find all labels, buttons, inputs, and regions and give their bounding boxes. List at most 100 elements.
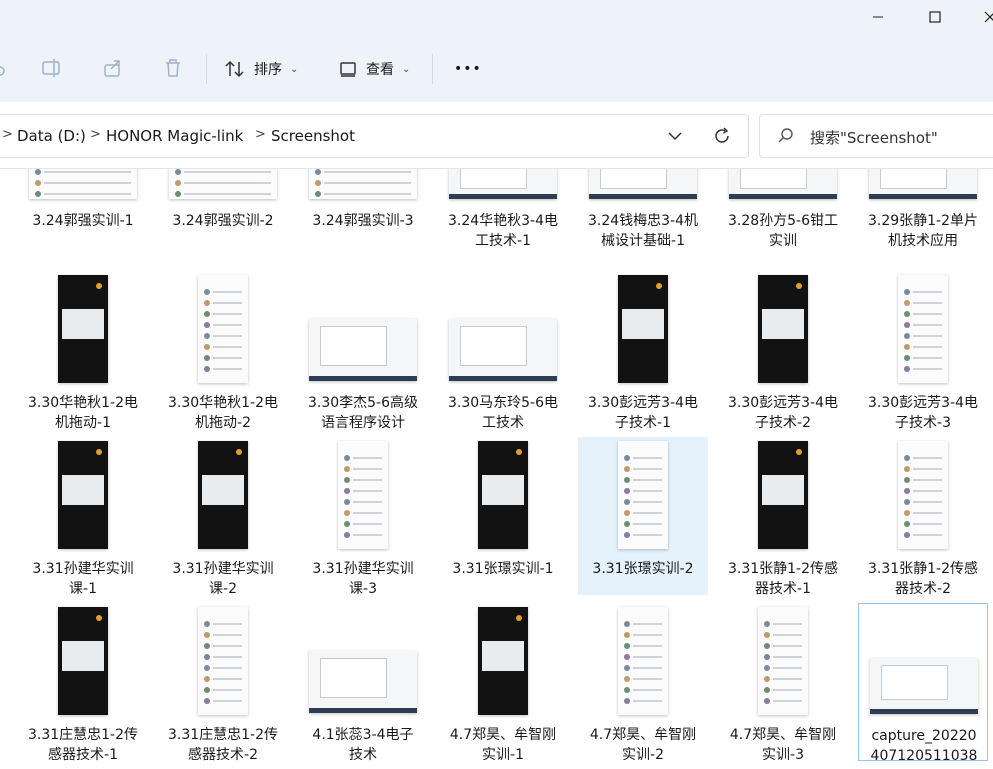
delete-button[interactable]: [161, 56, 185, 80]
file-item[interactable]: 3.24郭强实训-1: [18, 169, 148, 271]
thumbnail-avatar: [904, 344, 910, 350]
file-item[interactable]: 4.7郑昊、牟智刚 实训-3: [718, 603, 848, 763]
thumbnail-line: [44, 193, 131, 195]
thumbnail-avatar: [344, 532, 350, 538]
file-name: 3.31庄慧忠1-2传: [167, 727, 279, 743]
file-item[interactable]: 3.31张静1-2传感 器技术-1: [718, 437, 848, 597]
thumbnail-line: [213, 324, 242, 326]
file-name: capture_20220: [871, 728, 977, 744]
file-name: 3.30华艳秋1-2电: [27, 395, 139, 411]
thumbnail-window: [739, 169, 807, 189]
file-item[interactable]: 4.1张蕊3-4电子 技术: [298, 603, 428, 763]
thumbnail-taskbar: [309, 708, 417, 713]
close-button[interactable]: [965, 0, 993, 34]
thumbnail-shared-screen: [482, 475, 524, 505]
thumbnail-line: [913, 291, 942, 293]
thumbnail-line: [353, 468, 382, 470]
thumbnail-window: [459, 169, 527, 189]
maximize-button[interactable]: [912, 0, 958, 34]
file-item[interactable]: 3.30华艳秋1-2电 机拖动-1: [18, 271, 148, 431]
thumbnail-line: [213, 357, 242, 359]
more-options-button[interactable]: •••: [454, 54, 482, 84]
file-item[interactable]: 3.31张静1-2传感 器技术-2: [858, 437, 988, 597]
minimize-button[interactable]: [855, 0, 901, 34]
share-button[interactable]: [101, 56, 125, 80]
rename-button[interactable]: [40, 56, 64, 80]
file-name: 3.31张璟实训-2: [592, 561, 694, 577]
thumbnail-line: [213, 645, 242, 647]
search-input[interactable]: 搜索"Screenshot": [759, 114, 993, 158]
thumbnail-line: [633, 678, 662, 680]
breadcrumb-drive[interactable]: Data (D:): [17, 127, 86, 145]
thumbnail-avatar: [35, 180, 41, 186]
file-thumbnail: [758, 275, 808, 383]
file-name: 3.24郭强实训-3: [312, 213, 414, 229]
file-item[interactable]: 3.30李杰5-6高级 语言程序设计: [298, 271, 428, 431]
thumbnail-avatar: [204, 322, 210, 328]
thumbnail-line: [913, 357, 942, 359]
view-button[interactable]: 查看 ⌄: [338, 54, 410, 84]
file-item[interactable]: 3.31孙建华实训 课-3: [298, 437, 428, 597]
cut-button[interactable]: [0, 56, 12, 80]
thumbnail-line: [913, 368, 942, 370]
thumbnail-avatar: [204, 687, 210, 693]
thumbnail-avatar: [796, 449, 802, 455]
file-name-continued: 器技术-2: [895, 581, 951, 597]
file-item[interactable]: 3.24华艳秋3-4电 工技术-1: [438, 169, 568, 271]
thumbnail-line: [633, 634, 662, 636]
thumbnail-line: [44, 182, 131, 184]
file-item[interactable]: 3.30彭远芳3-4电 子技术-3: [858, 271, 988, 431]
thumbnail-line: [184, 171, 271, 173]
file-name: 3.31张静1-2传感: [867, 561, 979, 577]
refresh-button[interactable]: [711, 125, 733, 147]
thumbnail-avatar: [764, 621, 770, 627]
file-name-continued: 器技术-1: [755, 581, 811, 597]
file-thumbnail: [618, 441, 668, 549]
file-item[interactable]: 3.30彭远芳3-4电 子技术-1: [578, 271, 708, 431]
file-item[interactable]: 3.30马东玲5-6电 工技术: [438, 271, 568, 431]
file-item[interactable]: 3.29张静1-2单片 机技术应用: [858, 169, 988, 271]
address-bar[interactable]: > Data (D:) > HONOR Magic-link > Screens…: [0, 114, 749, 158]
thumbnail-avatar: [624, 477, 630, 483]
thumbnail-line: [353, 457, 382, 459]
file-item[interactable]: 4.7郑昊、牟智刚 实训-2: [578, 603, 708, 763]
file-item[interactable]: 3.24郭强实训-3: [298, 169, 428, 271]
file-item[interactable]: 3.24郭强实训-2: [158, 169, 288, 271]
thumbnail-line: [184, 193, 271, 195]
file-item[interactable]: 3.31孙建华实训 课-1: [18, 437, 148, 597]
thumbnail-avatar: [904, 499, 910, 505]
file-item[interactable]: 3.28孙方5-6钳工 实训: [718, 169, 848, 271]
thumbnail-taskbar: [589, 194, 697, 199]
file-item[interactable]: capture_20220 407120511038: [858, 603, 988, 764]
thumbnail-avatar: [904, 355, 910, 361]
file-thumbnail: [478, 441, 528, 549]
thumbnail-avatar: [175, 169, 181, 175]
file-item[interactable]: 3.31张璟实训-2: [578, 437, 708, 595]
file-item[interactable]: 3.24钱梅忠3-4机 械设计基础-1: [578, 169, 708, 271]
thumbnail-avatar: [624, 466, 630, 472]
breadcrumb-folder[interactable]: HONOR Magic-link: [106, 127, 243, 145]
thumbnail-avatar: [516, 449, 522, 455]
file-item[interactable]: 3.31庄慧忠1-2传 感器技术-2: [158, 603, 288, 763]
file-item[interactable]: 3.31张璟实训-1: [438, 437, 568, 595]
thumbnail-line: [773, 689, 802, 691]
thumbnail-avatar: [315, 191, 321, 197]
thumbnail-avatar: [96, 615, 102, 621]
thumbnail-avatar: [624, 499, 630, 505]
thumbnail-shared-screen: [482, 641, 524, 671]
sort-button[interactable]: 排序 ⌄: [224, 54, 298, 84]
thumbnail-avatar: [624, 621, 630, 627]
file-item[interactable]: 3.31孙建华实训 课-2: [158, 437, 288, 597]
rename-icon: [42, 59, 60, 77]
file-item[interactable]: 3.30彭远芳3-4电 子技术-2: [718, 271, 848, 431]
file-thumbnail: [729, 169, 837, 199]
file-item[interactable]: 3.31庄慧忠1-2传 感器技术-1: [18, 603, 148, 763]
thumbnail-avatar: [204, 665, 210, 671]
file-item[interactable]: 3.30华艳秋1-2电 机拖动-2: [158, 271, 288, 431]
file-item[interactable]: 4.7郑昊、牟智刚 实训-1: [438, 603, 568, 763]
thumbnail-avatar: [204, 333, 210, 339]
file-thumbnail: [898, 441, 948, 549]
breadcrumb-current[interactable]: Screenshot: [271, 127, 355, 145]
file-thumbnail: [870, 658, 978, 714]
address-history-button[interactable]: [664, 125, 686, 147]
